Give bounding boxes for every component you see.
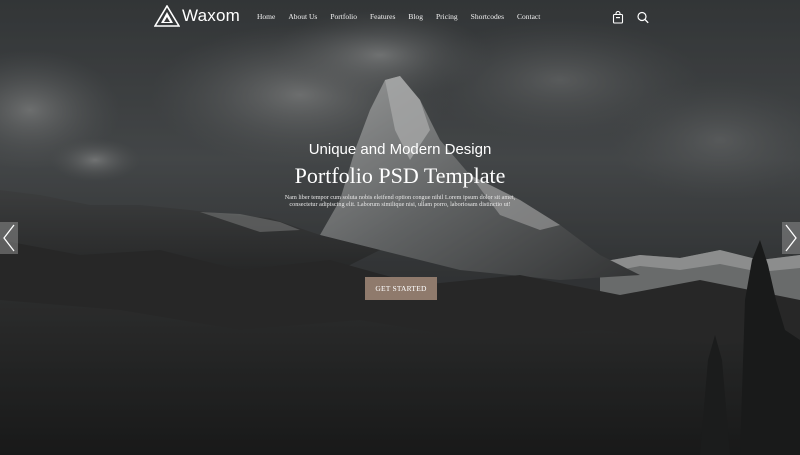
nav-item-portfolio[interactable]: Portfolio (330, 12, 357, 21)
logo[interactable]: Waxom (154, 4, 240, 28)
logo-triangle-icon (154, 5, 180, 27)
main-nav: Home About Us Portfolio Features Blog Pr… (257, 12, 540, 21)
brand-name: Waxom (182, 6, 240, 25)
site-header: Waxom Home About Us Portfolio Features B… (0, 0, 800, 36)
nav-item-home[interactable]: Home (257, 12, 275, 21)
shopping-bag-icon[interactable] (612, 11, 624, 24)
nav-item-shortcodes[interactable]: Shortcodes (471, 12, 504, 21)
nav-item-blog[interactable]: Blog (408, 12, 423, 21)
hero-description: Nam liber tempor cum soluta nobis eleife… (284, 194, 516, 209)
slider-next-button[interactable] (782, 222, 800, 254)
get-started-button[interactable]: GET STARTED (365, 277, 437, 300)
nav-item-about-us[interactable]: About Us (288, 12, 317, 21)
hero-subtitle: Unique and Modern Design (308, 141, 492, 158)
hero-title: Portfolio PSD Template (294, 163, 506, 188)
search-icon[interactable] (637, 11, 649, 24)
slider-prev-button[interactable] (0, 222, 18, 254)
hero-background-image (0, 0, 800, 455)
chevron-right-icon (785, 224, 797, 252)
nav-item-pricing[interactable]: Pricing (436, 12, 458, 21)
hero-slider: Waxom Home About Us Portfolio Features B… (0, 0, 800, 455)
chevron-left-icon (3, 224, 15, 252)
nav-item-contact[interactable]: Contact (517, 12, 540, 21)
nav-item-features[interactable]: Features (370, 12, 395, 21)
